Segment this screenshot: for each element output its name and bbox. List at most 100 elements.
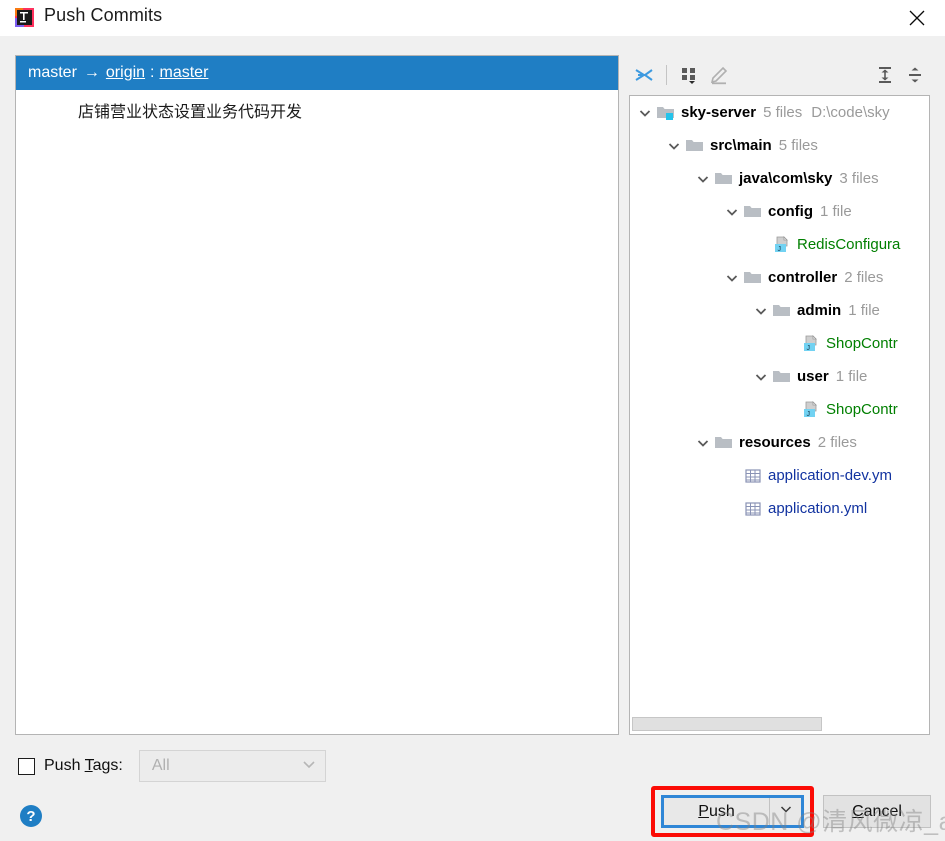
tree-row[interactable]: application.yml (630, 492, 929, 525)
folder-icon (714, 434, 734, 452)
help-button[interactable]: ? (20, 805, 42, 827)
chevron-down-icon[interactable] (752, 368, 770, 386)
local-branch-label: master (28, 64, 77, 82)
chevron-down-icon[interactable] (665, 137, 683, 155)
tree-node-filecount: 1 file (848, 302, 880, 319)
tree-chevron-spacer (781, 335, 799, 353)
tree-node-label: user (797, 368, 829, 385)
files-tree[interactable]: sky-server 5 files D:\code\sky src\main 5 fi… (629, 95, 930, 735)
tree-row[interactable]: controller 2 files (630, 261, 929, 294)
push-dropdown-arrow-button[interactable] (770, 798, 801, 825)
tree-row[interactable]: java\com\sky 3 files (630, 162, 929, 195)
push-commits-dialog: Push Commits master → origin : master 店铺… (0, 0, 945, 841)
tree-node-label: application-dev.ym (768, 467, 892, 484)
tree-row[interactable]: src\main 5 files (630, 129, 929, 162)
tree-row[interactable]: config1 file (630, 195, 929, 228)
tree-node-label: application.yml (768, 500, 867, 517)
tree-chevron-spacer (752, 236, 770, 254)
commit-list-panel[interactable]: master → origin : master 店铺营业状态设置业务代码开发 (15, 55, 619, 735)
tree-row[interactable]: user 1 file (630, 360, 929, 393)
close-icon (909, 10, 925, 26)
tree-chevron-spacer (723, 467, 741, 485)
chevron-down-icon (779, 802, 793, 821)
java-class-icon: J (801, 335, 821, 353)
group-by-icon[interactable] (674, 60, 704, 90)
tree-node-label: java\com\sky (739, 170, 832, 187)
tree-node-filecount: 5 files (763, 104, 802, 121)
yaml-file-icon (743, 467, 763, 485)
svg-text:J: J (807, 410, 811, 417)
cancel-button[interactable]: Cancel (823, 795, 931, 828)
target-separator: : (150, 64, 154, 82)
files-tree-hscrollbar[interactable] (630, 715, 929, 734)
cancel-button-label: Cancel (852, 803, 902, 821)
tree-row[interactable]: application-dev.ym (630, 459, 929, 492)
folder-icon (685, 137, 705, 155)
tree-node-label: sky-server (681, 104, 756, 121)
title-bar: Push Commits (0, 0, 945, 36)
push-tags-label: Push Tags: (44, 757, 123, 775)
tree-row[interactable]: J ShopContr (630, 327, 929, 360)
tree-row[interactable]: admin 1 file (630, 294, 929, 327)
svg-text:J: J (778, 245, 782, 252)
tree-row[interactable]: sky-server 5 files D:\code\sky (630, 96, 929, 129)
tree-node-label: RedisConfigura (797, 236, 900, 253)
toolbar-divider (666, 65, 667, 85)
push-target-row[interactable]: master → origin : master (16, 56, 618, 90)
chevron-down-icon[interactable] (694, 434, 712, 452)
tree-node-label: config (768, 203, 813, 220)
collapse-arrows-icon[interactable] (629, 60, 659, 90)
tree-row[interactable]: J RedisConfigura (630, 228, 929, 261)
tree-row[interactable]: J ShopContr (630, 393, 929, 426)
tree-node-filecount: 2 files (844, 269, 883, 286)
folder-icon (772, 368, 792, 386)
tree-node-label: resources (739, 434, 811, 451)
remote-name-link[interactable]: origin (106, 64, 145, 82)
push-tags-select-value: All (152, 757, 301, 775)
chevron-down-icon[interactable] (752, 302, 770, 320)
push-tags-checkbox[interactable] (18, 758, 35, 775)
tree-node-filecount: 1 file (836, 368, 868, 385)
svg-text:J: J (807, 344, 811, 351)
tree-node-label: ShopContr (826, 335, 898, 352)
chevron-down-icon[interactable] (636, 104, 654, 122)
chevron-down-icon[interactable] (694, 170, 712, 188)
tree-node-path: D:\code\sky (811, 104, 889, 121)
changed-files-panel: sky-server 5 files D:\code\sky src\main 5 fi… (629, 55, 930, 735)
files-tree-rows: sky-server 5 files D:\code\sky src\main 5 fi… (630, 96, 929, 715)
folder-icon (743, 203, 763, 221)
intellij-idea-icon (14, 7, 35, 28)
folder-icon (714, 170, 734, 188)
tree-node-label: ShopContr (826, 401, 898, 418)
remote-branch-link[interactable]: master (160, 64, 209, 82)
tree-node-filecount: 3 files (839, 170, 878, 187)
expand-all-icon[interactable] (870, 60, 900, 90)
close-button[interactable] (889, 0, 945, 36)
chevron-down-icon (301, 756, 317, 777)
window-title: Push Commits (44, 5, 162, 26)
tree-node-label: src\main (710, 137, 772, 154)
tree-chevron-spacer (781, 401, 799, 419)
push-button[interactable]: Push (661, 795, 804, 828)
edit-pencil-icon[interactable] (704, 60, 734, 90)
commit-message-row[interactable]: 店铺营业状态设置业务代码开发 (16, 90, 618, 122)
yaml-file-icon (743, 500, 763, 518)
tree-node-label: admin (797, 302, 841, 319)
tree-node-filecount: 2 files (818, 434, 857, 451)
push-tags-row: Push Tags: All (18, 750, 326, 782)
module-folder-icon (656, 104, 676, 122)
tree-node-filecount: 5 files (779, 137, 818, 154)
files-tree-hscroll-thumb[interactable] (632, 717, 822, 731)
help-icon: ? (26, 808, 35, 825)
chevron-down-icon[interactable] (723, 269, 741, 287)
chevron-down-icon[interactable] (723, 203, 741, 221)
tree-chevron-spacer (723, 500, 741, 518)
collapse-all-icon[interactable] (900, 60, 930, 90)
push-button-label[interactable]: Push (664, 798, 770, 825)
files-toolbar (629, 55, 930, 95)
tree-row[interactable]: resources 2 files (630, 426, 929, 459)
tree-node-label: controller (768, 269, 837, 286)
java-class-icon: J (801, 401, 821, 419)
push-tags-select[interactable]: All (139, 750, 326, 782)
folder-icon (743, 269, 763, 287)
